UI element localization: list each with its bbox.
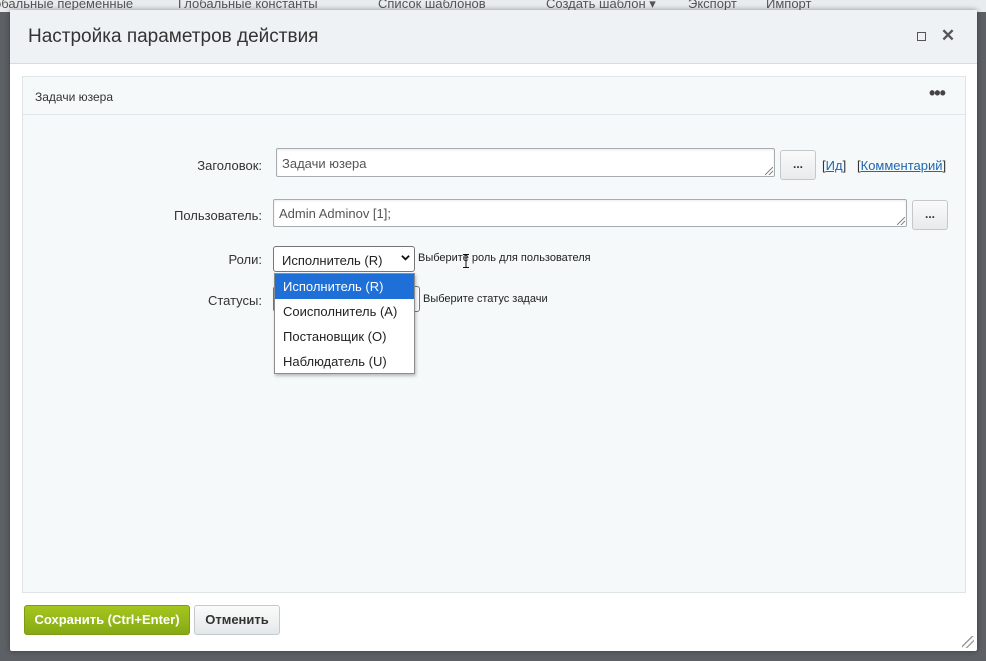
- user-field[interactable]: Admin Adminov [1];: [273, 199, 907, 227]
- title-label: Заголовок:: [197, 158, 262, 173]
- roles-hint: Выберите роль для пользователя: [418, 252, 591, 264]
- user-field-value: Admin Adminov [1];: [279, 206, 391, 221]
- panel-header: Задачи юзера •••: [23, 77, 965, 115]
- user-select-button[interactable]: ...: [912, 200, 948, 230]
- comment-link[interactable]: Комментарий: [861, 158, 943, 173]
- panel-title: Задачи юзера: [35, 90, 114, 104]
- dialog-title: Настройка параметров действия: [28, 26, 319, 47]
- roles-option[interactable]: Постановщик (O): [275, 324, 414, 349]
- maximize-icon[interactable]: [912, 27, 930, 45]
- title-select-button[interactable]: ...: [780, 150, 816, 180]
- roles-select[interactable]: Исполнитель (R): [273, 246, 415, 272]
- more-options-icon[interactable]: •••: [929, 84, 946, 102]
- roles-label: Роли:: [228, 252, 262, 267]
- roles-option[interactable]: Наблюдатель (U): [275, 349, 414, 374]
- action-settings-dialog: Настройка параметров действия ✕ Задачи ю…: [10, 10, 977, 651]
- resize-grip-icon[interactable]: [897, 217, 905, 225]
- title-field[interactable]: Задачи юзера: [276, 148, 775, 177]
- text-cursor-icon: [463, 254, 469, 268]
- roles-option[interactable]: Исполнитель (R): [275, 274, 414, 299]
- title-field-value: Задачи юзера: [282, 156, 367, 171]
- save-button[interactable]: Сохранить (Ctrl+Enter): [24, 605, 190, 635]
- roles-option[interactable]: Соисполнитель (A): [275, 299, 414, 324]
- statuses-label: Статусы:: [207, 293, 262, 308]
- user-label: Пользователь:: [174, 208, 262, 223]
- cancel-button[interactable]: Отменить: [194, 605, 280, 635]
- dialog-titlebar[interactable]: Настройка параметров действия ✕: [10, 10, 977, 64]
- roles-dropdown: Исполнитель (R) Соисполнитель (A) Постан…: [274, 273, 415, 374]
- statuses-hint: Выберите статус задачи: [423, 293, 548, 305]
- close-icon[interactable]: ✕: [939, 27, 957, 45]
- chevron-down-icon: [401, 255, 410, 261]
- dialog-resize-grip-icon[interactable]: [962, 636, 974, 648]
- title-links: [Ид] [Комментарий]: [822, 158, 947, 173]
- id-link[interactable]: Ид: [826, 158, 843, 173]
- resize-grip-icon[interactable]: [765, 167, 773, 175]
- roles-select-value: Исполнитель (R): [282, 253, 383, 268]
